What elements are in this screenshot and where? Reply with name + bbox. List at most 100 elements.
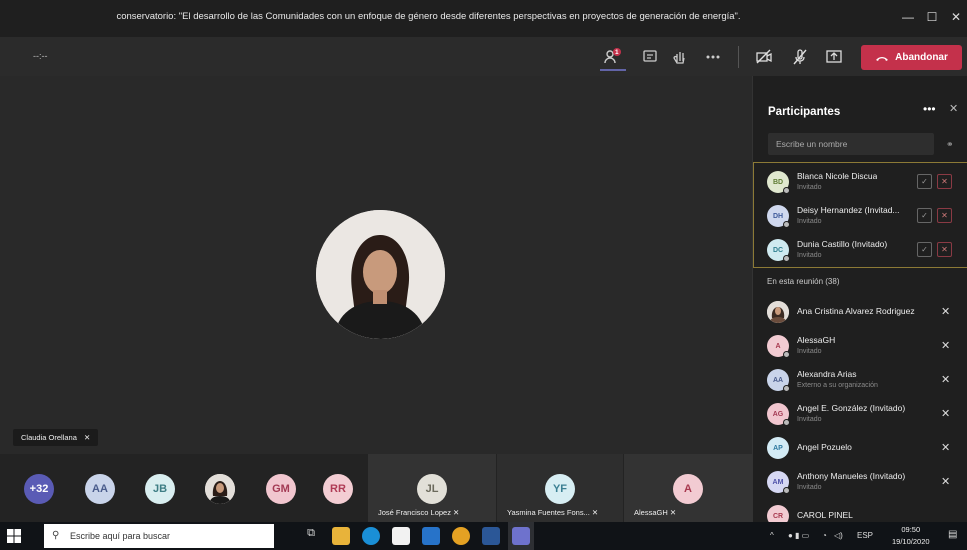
more-actions-icon[interactable] — [703, 47, 723, 67]
taskbar-search-input[interactable]: ⚲ Escribe aquí para buscar — [44, 524, 274, 548]
participant-status: Invitado — [797, 348, 822, 355]
participant-search-input[interactable]: Escribe un nombre — [768, 133, 934, 155]
taskbar-search-placeholder: Escribe aquí para buscar — [70, 531, 171, 541]
participant-status: Invitado — [797, 252, 822, 259]
speaker-name: Claudia Orellana — [21, 433, 77, 442]
participant-status: Invitado — [797, 416, 822, 423]
in-meeting-section-label: En esta reunión (38) — [767, 277, 840, 286]
admit-icon[interactable]: ✓ — [917, 242, 932, 257]
participant-name: Angel Pozuelo — [797, 442, 852, 452]
presence-dot — [783, 187, 790, 194]
presence-dot — [783, 487, 790, 494]
mic-off-icon[interactable] — [790, 47, 810, 67]
chat-icon[interactable] — [640, 47, 660, 67]
participant-row[interactable]: A AlessaGH Invitado ✕ — [753, 329, 967, 363]
mic-off-icon: ✕ — [941, 306, 951, 318]
language-indicator[interactable]: ESP — [857, 531, 873, 540]
network-icon[interactable]: ◔ — [822, 531, 827, 540]
admit-icon[interactable]: ✓ — [917, 174, 932, 189]
task-view-icon[interactable]: ⧉ — [302, 527, 320, 545]
presence-dot — [783, 385, 790, 392]
strip-avatar-rr[interactable]: RR — [323, 474, 353, 504]
camera-off-icon[interactable] — [754, 47, 774, 67]
lobby-row[interactable]: DH Deisy Hernandez (Invitad... Invitado … — [753, 199, 967, 233]
clock-date: 19/10/2020 — [892, 537, 930, 546]
share-screen-icon[interactable] — [824, 47, 844, 67]
participant-row[interactable]: AA Alexandra Arias Externo a su organiza… — [753, 363, 967, 397]
deny-icon[interactable]: ✕ — [937, 208, 952, 223]
close-button[interactable]: ✕ — [946, 8, 966, 26]
panel-more-icon[interactable]: ••• — [923, 102, 936, 116]
word-icon[interactable] — [482, 527, 500, 545]
lobby-row[interactable]: DC Dunia Castillo (Invitado) Invitado ✓ … — [753, 233, 967, 267]
toolbar-separator — [738, 46, 739, 68]
tile-name: AlessaGH ✕ — [634, 508, 677, 517]
raise-hand-icon[interactable] — [670, 47, 690, 67]
window-titlebar: conservatorio: "El desarrollo de las Com… — [0, 0, 967, 37]
edge-icon[interactable] — [362, 527, 380, 545]
participant-avatar — [767, 301, 789, 323]
deny-icon[interactable]: ✕ — [937, 174, 952, 189]
video-tile-yf[interactable]: YF Yasmina Fuentes Fons... ✕ — [497, 454, 623, 522]
speaker-photo-icon — [316, 210, 445, 339]
participant-name: Ana Cristina Alvarez Rodriguez — [797, 306, 915, 316]
strip-avatar-jb[interactable]: JB — [145, 474, 175, 504]
notifications-icon[interactable]: ▤ — [948, 529, 957, 540]
mic-off-small-icon: ✕ — [83, 433, 91, 442]
tile-name: José Francisco Lopez ✕ — [378, 508, 460, 517]
phone-icon — [876, 56, 889, 61]
system-clock[interactable]: 09:50 19/10/2020 — [892, 524, 930, 548]
person-photo-icon — [767, 301, 789, 323]
participant-avatar: AP — [767, 437, 789, 459]
volume-icon[interactable]: ◁) — [834, 531, 843, 540]
minimize-button[interactable]: — — [898, 8, 918, 26]
search-icon: ⚲ — [52, 530, 60, 541]
participant-name: Anthony Manueles (Invitado) — [797, 471, 906, 481]
tray-apps-icon[interactable]: ● ▮ ▭ — [788, 531, 809, 540]
panel-close-icon[interactable]: ✕ — [949, 102, 958, 115]
presence-dot — [783, 255, 790, 262]
person-photo-icon — [205, 474, 235, 504]
participant-row[interactable]: Ana Cristina Alvarez Rodriguez ✕ — [753, 295, 967, 329]
maximize-button[interactable]: ☐ — [922, 8, 942, 26]
tray-chevron-icon[interactable]: ^ — [770, 531, 774, 540]
tile-name: Yasmina Fuentes Fons... ✕ — [507, 508, 599, 517]
participant-avatar: CR — [767, 505, 789, 522]
mic-off-icon: ✕ — [941, 408, 951, 420]
participant-row[interactable]: AP Angel Pozuelo ✕ — [753, 431, 967, 465]
presence-dot — [783, 351, 790, 358]
overflow-count[interactable]: +32 — [24, 474, 54, 504]
windows-start-icon[interactable] — [6, 528, 22, 544]
participants-icon[interactable] — [603, 47, 623, 67]
presence-dot — [783, 221, 790, 228]
strip-avatar-gm[interactable]: GM — [266, 474, 296, 504]
meeting-timer: --:-- — [33, 51, 48, 61]
invite-icon[interactable]: ⚭ — [946, 139, 954, 150]
participant-row[interactable]: AG Angel E. González (Invitado) Invitado… — [753, 397, 967, 431]
deny-icon[interactable]: ✕ — [937, 242, 952, 257]
store-icon[interactable] — [392, 527, 410, 545]
lobby-row[interactable]: BD Blanca Nicole Discua Invitado ✓ ✕ — [753, 165, 967, 199]
presence-dot — [783, 419, 790, 426]
video-tile-a[interactable]: A AlessaGH ✕ — [624, 454, 752, 522]
participant-status: Externo a su organización — [797, 382, 878, 389]
mic-off-icon: ✕ — [941, 340, 951, 352]
participant-name: Alexandra Arias — [797, 369, 857, 379]
participant-name: Angel E. González (Invitado) — [797, 403, 906, 413]
tile-avatar: A — [673, 474, 703, 504]
windows-taskbar: ⚲ Escribe aquí para buscar ⧉ ^ ● ▮ ▭ ◔ ◁… — [0, 522, 967, 550]
admit-icon[interactable]: ✓ — [917, 208, 932, 223]
leave-button[interactable]: Abandonar — [861, 45, 962, 70]
participant-name: Blanca Nicole Discua — [797, 171, 878, 181]
participant-row[interactable]: AM Anthony Manueles (Invitado) Invitado … — [753, 465, 967, 499]
strip-avatar-photo[interactable] — [205, 474, 235, 504]
speaker-name-tag: Claudia Orellana ✕ — [13, 429, 99, 446]
video-tile-jl[interactable]: JL José Francisco Lopez ✕ — [368, 454, 496, 522]
strip-avatar-aa[interactable]: AA — [85, 474, 115, 504]
mail-icon[interactable] — [422, 527, 440, 545]
mic-off-icon: ✕ — [941, 442, 951, 454]
tile-avatar: JL — [417, 474, 447, 504]
chrome-icon[interactable] — [452, 527, 470, 545]
participant-row[interactable]: CR CAROL PINEL — [753, 499, 967, 522]
file-explorer-icon[interactable] — [332, 527, 350, 545]
